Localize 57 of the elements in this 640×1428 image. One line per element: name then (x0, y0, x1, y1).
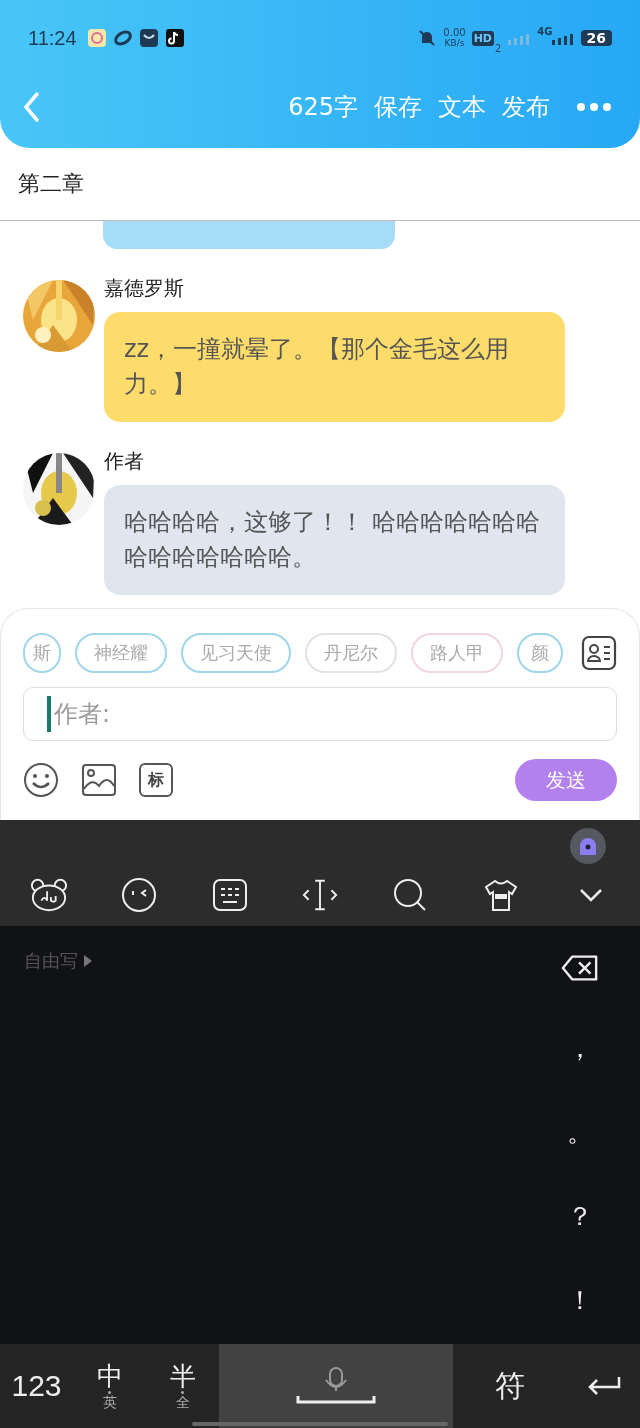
smiley-icon[interactable] (23, 762, 59, 798)
mark-button[interactable]: 标 (139, 763, 173, 797)
free-write-label[interactable]: 自由写 (24, 949, 78, 973)
message-bubble: 哈哈哈哈，这够了！！ 哈哈哈哈哈哈哈哈哈哈哈哈哈哈。 (104, 485, 565, 596)
hd-badge: HD (471, 30, 494, 46)
role-tag[interactable]: 见习天使 (181, 633, 291, 673)
emoticon-icon[interactable] (120, 877, 159, 913)
bear-icon[interactable] (30, 877, 69, 913)
message-bubble: zz，一撞就晕了。【那个金毛这么用力。】 (104, 312, 565, 423)
keyboard-key[interactable]: 123 (0, 1344, 73, 1428)
sender-name: 作者 (104, 448, 145, 476)
signal-icon (550, 31, 575, 45)
image-icon[interactable] (81, 762, 117, 798)
send-button[interactable]: 发送 (515, 759, 617, 801)
key-label: 中 (96, 1360, 123, 1391)
role-tag[interactable]: 路人甲 (411, 633, 503, 673)
punctuation-key[interactable]: 。 (540, 1090, 620, 1174)
role-tag[interactable]: 丹尼尔 (305, 633, 397, 673)
app-icon (164, 28, 185, 48)
backspace-icon[interactable] (561, 954, 599, 982)
header-action[interactable]: 发布 (502, 90, 550, 123)
battery-level: 26 (580, 30, 612, 46)
app-icon (86, 28, 107, 48)
network-type: 4G (537, 26, 553, 37)
sender-name: 嘉德罗斯 (104, 275, 185, 303)
header-action[interactable]: 文本 (438, 90, 486, 123)
status-time: 11:24 (28, 26, 77, 50)
role-tag[interactable]: 神经耀 (75, 633, 167, 673)
keyboard-key[interactable]: 中 英 (73, 1344, 146, 1428)
net-speed: 0.00 (443, 28, 466, 38)
space-key[interactable] (219, 1344, 453, 1428)
role-tag[interactable]: 颜 (517, 633, 563, 673)
signal-icon (507, 31, 532, 45)
microphone-space-icon (296, 1366, 376, 1406)
assistant-icon[interactable] (570, 828, 606, 864)
input-field[interactable]: 作者: (23, 687, 617, 741)
app-icon (138, 28, 159, 48)
triangle-icon (84, 955, 92, 967)
enter-key[interactable] (567, 1344, 640, 1428)
role-tag[interactable]: 斯 (23, 633, 61, 673)
punctuation-key[interactable]: ？ (540, 1174, 620, 1258)
punctuation-key[interactable]: ！ (540, 1258, 620, 1342)
key-label: 半 (169, 1360, 196, 1391)
header-action[interactable]: 保存 (374, 90, 422, 123)
app-icon (112, 28, 133, 48)
more-icon[interactable] (576, 101, 612, 112)
hd-sim: 2 (494, 43, 502, 54)
word-count: 625字 (288, 91, 358, 123)
key-sublabel: 全 (175, 1393, 190, 1412)
key-sublabel: 英 (102, 1393, 117, 1412)
punctuation-key[interactable]: ， (540, 1006, 620, 1090)
keyboard-key[interactable]: 符 (453, 1344, 567, 1428)
cursor-icon[interactable] (301, 877, 339, 913)
contact-card-icon[interactable] (581, 635, 617, 671)
net-unit: KB/s (444, 38, 465, 48)
keyboard-key[interactable]: 半 全 (146, 1344, 219, 1428)
keyboard-icon[interactable] (210, 877, 249, 913)
